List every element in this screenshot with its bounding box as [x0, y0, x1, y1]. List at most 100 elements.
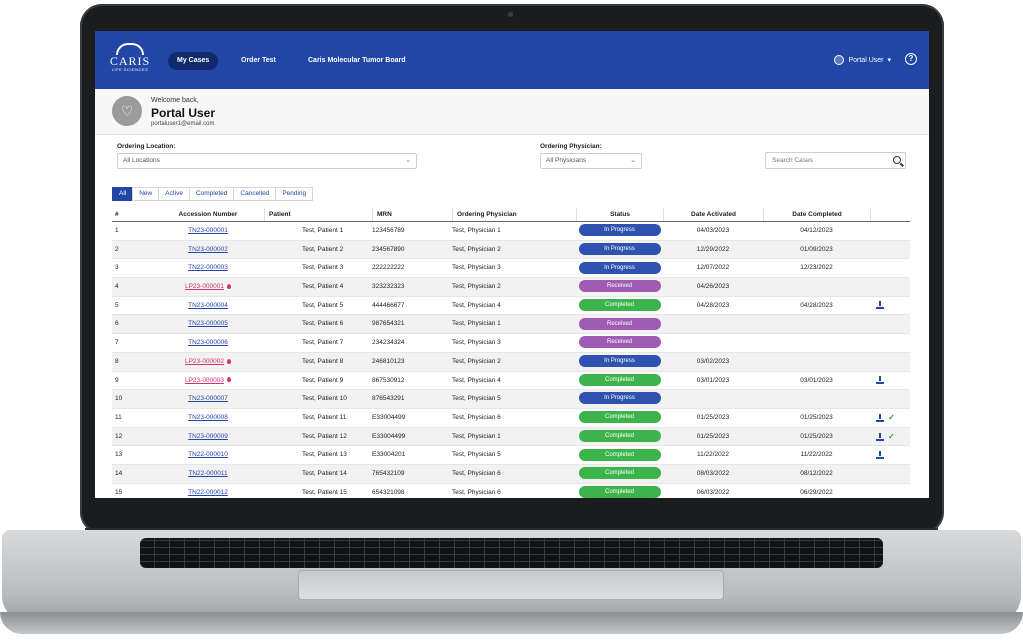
search-icon[interactable] — [893, 156, 901, 164]
table-row[interactable]: 15 TN22-000012 Test, Patient 15 654321098 Te… — [112, 484, 910, 498]
tab-all[interactable]: All — [112, 187, 134, 201]
table-row[interactable]: 9 LP23-000003 Test, Patient 9 867530912 Test… — [112, 372, 910, 391]
laptop-mockup: CARIS LIFE SCIENCES My Cases Order Test … — [0, 0, 1023, 644]
accession-link[interactable]: TN23-000002 — [188, 246, 228, 253]
table-row[interactable]: 13 TN22-000010 Test, Patient 13 E33004201 Te… — [112, 446, 910, 465]
ordering-physician-select[interactable]: All Physicians ⌄ — [540, 153, 642, 169]
tab-cancelled[interactable]: Cancelled — [233, 187, 277, 201]
col-header-date-completed[interactable]: Date Completed — [763, 208, 870, 221]
mrn: 876543291 — [372, 395, 405, 403]
welcome-user-name: Portal User — [151, 106, 216, 120]
row-actions — [870, 465, 910, 483]
download-icon[interactable] — [876, 375, 884, 384]
accession-link[interactable]: TN23-000006 — [188, 339, 228, 346]
accession-link[interactable]: TN22-000012 — [188, 489, 228, 496]
table-row[interactable]: 12 TN23-000009 Test, Patient 12 E33004499 Te… — [112, 427, 910, 447]
tab-completed[interactable]: Completed — [188, 187, 235, 201]
tab-new[interactable]: New — [132, 187, 160, 201]
nav-order-test[interactable]: Order Test — [241, 52, 276, 70]
accession-link[interactable]: TN23-000004 — [188, 302, 228, 309]
tab-active[interactable]: Active — [158, 187, 190, 201]
table-row[interactable]: 6 TN23-000005 Test, Patient 6 987654321 Test… — [112, 315, 910, 335]
accession-link[interactable]: TN23-000005 — [188, 320, 228, 327]
accession-link[interactable]: TN22-000011 — [188, 470, 227, 477]
ordering-physician-label: Ordering Physician: — [540, 143, 602, 150]
download-icon[interactable] — [876, 414, 884, 423]
accession-link[interactable]: LP23-000002 — [185, 358, 224, 365]
table-row[interactable]: 1 TN23-000001 Test, Patient 1 123456789 Test… — [112, 222, 910, 241]
table-row[interactable]: 3 TN22-000003 Test, Patient 3 222222222 Test… — [112, 259, 910, 279]
date-completed — [763, 278, 870, 296]
accession-cell: TN23-000001 — [152, 222, 264, 240]
col-header-accession[interactable]: Accession Number — [152, 208, 264, 221]
accession-link[interactable]: LP23-000001 — [185, 283, 224, 290]
row-actions — [870, 315, 910, 333]
row-actions — [870, 446, 910, 464]
caris-logo[interactable]: CARIS LIFE SCIENCES — [109, 43, 151, 77]
table-row[interactable]: 5 TN23-000004 Test, Patient 5 444466677 Test… — [112, 297, 910, 316]
patient-name: Test, Patient 8 — [302, 357, 344, 365]
accession-link[interactable]: TN22-000003 — [188, 264, 228, 271]
date-activated: 03/02/2023 — [696, 357, 730, 365]
blood-drop-icon — [227, 283, 232, 289]
table-row[interactable]: 4 LP23-000001 Test, Patient 4 323232323 Test… — [112, 278, 910, 297]
help-icon[interactable]: ? — [905, 53, 917, 65]
date-completed: 06/29/2022 — [800, 488, 833, 496]
status-badge: In Progress — [578, 355, 661, 368]
welcome-greeting: Welcome back, — [151, 97, 199, 104]
nav-my-cases[interactable]: My Cases — [168, 52, 219, 70]
table-row[interactable]: 10 TN23-000007 Test, Patient 10 876543291 Te… — [112, 390, 910, 409]
col-header-mrn[interactable]: MRN — [372, 208, 452, 221]
ordering-physician: Test, Physician 2 — [452, 245, 501, 253]
table-row[interactable]: 2 TN23-000002 Test, Patient 2 234567890 Test… — [112, 240, 910, 260]
row-number: 5 — [115, 301, 119, 309]
col-header-physician[interactable]: Ordering Physician — [452, 208, 576, 221]
table-row[interactable]: 14 TN22-000011 Test, Patient 14 765432109 Te… — [112, 464, 910, 484]
date-completed: 04/12/2023 — [800, 227, 833, 234]
download-icon[interactable] — [876, 450, 884, 459]
status-cell: Completed — [576, 446, 663, 464]
ordering-physician: Test, Physician 5 — [452, 395, 501, 403]
patient-name: Test, Patient 11 — [302, 413, 347, 421]
search-placeholder: Search Cases — [772, 157, 813, 164]
laptop-trackpad — [298, 570, 724, 600]
col-header-date-activated[interactable]: Date Activated — [663, 208, 763, 221]
ordering-physician: Test, Physician 6 — [452, 469, 501, 477]
col-header-status[interactable]: Status — [576, 208, 663, 221]
date-activated: 04/28/2023 — [696, 301, 730, 309]
accession-link[interactable]: TN23-000008 — [188, 414, 228, 421]
table-row[interactable]: 7 TN23-000006 Test, Patient 7 234234324 Test… — [112, 334, 910, 353]
user-menu[interactable]: Portal User ▾ — [834, 55, 891, 65]
row-actions: ✓ — [870, 409, 910, 427]
ordering-location-select[interactable]: All Locations ⌄ — [117, 153, 417, 169]
patient-name: Test, Patient 6 — [302, 320, 344, 328]
table-row[interactable]: 11 TN23-000008 Test, Patient 11 E33004499 Te… — [112, 409, 910, 428]
nav-molecular-tumor-board[interactable]: Caris Molecular Tumor Board — [308, 52, 406, 70]
accession-link[interactable]: TN22-000010 — [188, 451, 228, 458]
download-icon[interactable] — [876, 301, 884, 310]
search-cases-input[interactable]: Search Cases — [765, 152, 906, 169]
table-row[interactable]: 8 LP23-000002 Test, Patient 8 246810123 Test… — [112, 352, 910, 372]
date-completed — [763, 334, 870, 352]
accession-link[interactable]: TN23-000009 — [188, 433, 228, 440]
row-number: 11 — [115, 413, 122, 421]
tab-pending[interactable]: Pending — [275, 187, 314, 201]
download-icon[interactable] — [876, 432, 884, 441]
col-header-number[interactable]: # — [112, 208, 152, 221]
accession-link[interactable]: TN23-000001 — [188, 227, 228, 234]
accession-link[interactable]: TN23-000007 — [188, 395, 228, 402]
accession-cell: TN23-000006 — [152, 334, 264, 352]
mrn: E33004499 — [372, 413, 406, 421]
chevron-down-icon: ▾ — [887, 57, 891, 64]
accession-link[interactable]: LP23-000003 — [185, 377, 224, 384]
col-header-patient[interactable]: Patient — [264, 208, 372, 221]
welcome-banner: ♡ Welcome back, Portal User portaluser1@… — [95, 89, 929, 135]
status-badge: In Progress — [578, 224, 661, 237]
ordering-physician: Test, Physician 1 — [452, 227, 501, 234]
status-cell: Received — [576, 278, 663, 296]
chevron-down-icon: ⌄ — [405, 157, 411, 164]
row-number: 13 — [115, 451, 123, 459]
date-activated: 12/29/2022 — [696, 245, 730, 253]
mrn: E33004201 — [372, 451, 406, 459]
date-completed — [763, 390, 870, 408]
